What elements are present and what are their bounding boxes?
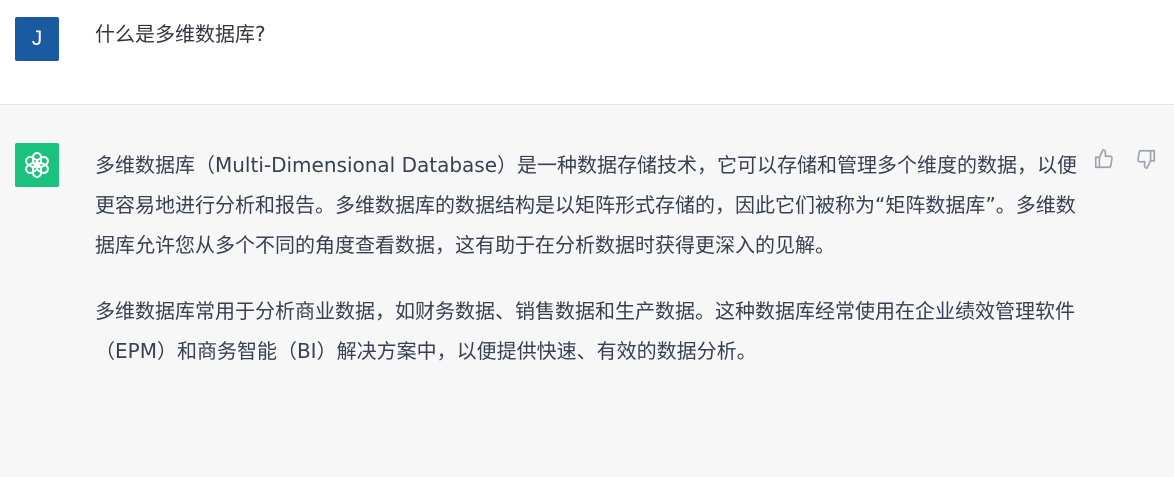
thumbs-down-button[interactable] bbox=[1134, 147, 1158, 171]
user-message-row: J 什么是多维数据库? bbox=[0, 0, 1174, 105]
thumbs-down-icon bbox=[1137, 149, 1156, 169]
user-message-text: 什么是多维数据库? bbox=[95, 22, 266, 46]
thumbs-up-icon bbox=[1094, 149, 1113, 169]
assistant-avatar bbox=[15, 143, 59, 187]
user-avatar: J bbox=[15, 17, 59, 61]
openai-logo-icon bbox=[25, 152, 49, 178]
answer-paragraph-2: 多维数据库常用于分析商业数据，如财务数据、销售数据和生产数据。这种数据库经常使用… bbox=[95, 299, 1075, 363]
user-avatar-initial: J bbox=[31, 27, 43, 50]
answer-paragraph-1: 多维数据库（Multi-Dimensional Database）是一种数据存储… bbox=[95, 153, 1078, 257]
assistant-message-text: 多维数据库（Multi-Dimensional Database）是一种数据存储… bbox=[95, 145, 1080, 397]
thumbs-up-button[interactable] bbox=[1092, 147, 1116, 171]
assistant-message-row: 多维数据库（Multi-Dimensional Database）是一种数据存储… bbox=[0, 105, 1174, 477]
